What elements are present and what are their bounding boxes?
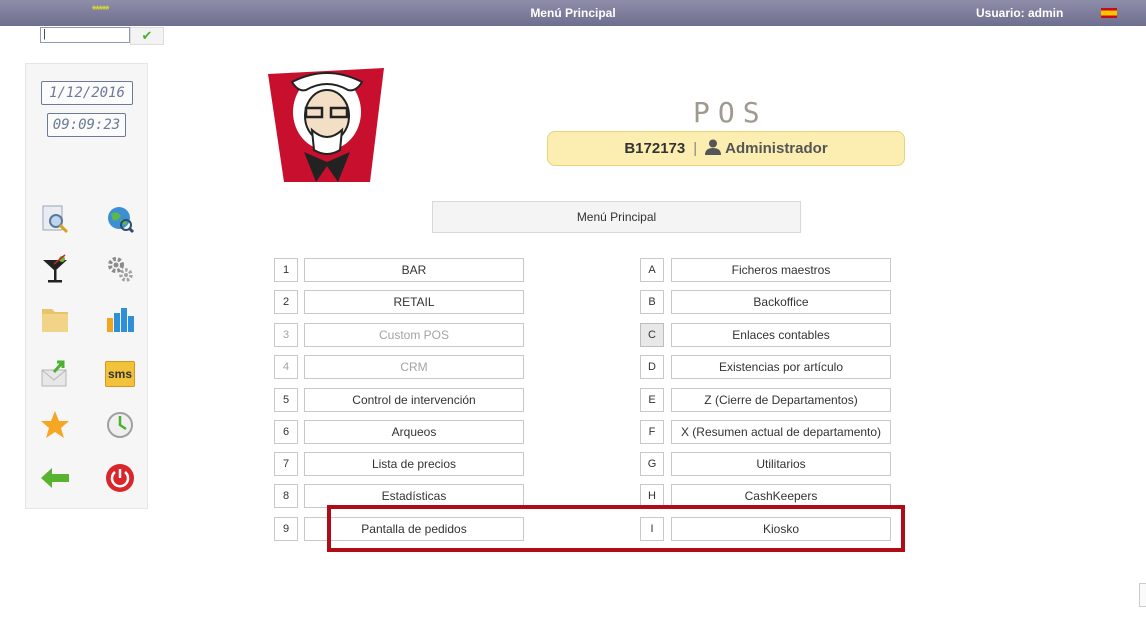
menu-item-ficheros-maestros[interactable]: Ficheros maestros	[671, 258, 891, 282]
terminal-user-pill: B172173 | Administrador	[547, 131, 905, 166]
window-title: Menú Principal	[530, 6, 616, 20]
time-display: 09:09:23	[47, 113, 126, 137]
menu-key-2[interactable]: 2	[274, 290, 298, 314]
user-role: Administrador	[725, 140, 828, 157]
menu-key-d[interactable]: D	[640, 355, 664, 379]
pill-separator: |	[693, 140, 698, 157]
menu-key-6[interactable]: 6	[274, 420, 298, 444]
menu-item-utilitarios[interactable]: Utilitarios	[671, 452, 891, 476]
mail-send-icon[interactable]	[40, 358, 70, 388]
spain-flag-icon[interactable]	[1101, 8, 1117, 18]
bar-chart-icon[interactable]	[105, 304, 135, 334]
menu-key-f[interactable]: F	[640, 420, 664, 444]
confirm-check-button[interactable]: ✔	[130, 27, 164, 45]
menu-item-control-intervencion[interactable]: Control de intervención	[304, 388, 524, 412]
menu-key-5[interactable]: 5	[274, 388, 298, 412]
sms-icon[interactable]: sms	[105, 361, 135, 387]
search-doc-icon[interactable]	[40, 204, 70, 234]
menu-item-pantalla-pedidos[interactable]: Pantalla de pedidos	[304, 517, 524, 541]
menu-key-i[interactable]: I	[640, 517, 664, 541]
menu-item-arqueos[interactable]: Arqueos	[304, 420, 524, 444]
menu-item-existencias[interactable]: Existencias por artículo	[671, 355, 891, 379]
clock-icon[interactable]	[105, 410, 135, 440]
menu-item-kiosko[interactable]: Kiosko	[671, 517, 891, 541]
menu-key-b[interactable]: B	[640, 290, 664, 314]
menu-item-crm: CRM	[304, 355, 524, 379]
menu-key-1[interactable]: 1	[274, 258, 298, 282]
globe-search-icon[interactable]	[105, 204, 135, 234]
menu-key-3: 3	[274, 323, 298, 347]
user-icon	[705, 139, 722, 155]
menu-item-x-resumen[interactable]: X (Resumen actual de departamento)	[671, 420, 891, 444]
sidebar: 1/12/2016 09:09:23 sms	[25, 63, 148, 509]
menu-item-estadisticas[interactable]: Estadísticas	[304, 484, 524, 508]
menu-key-8[interactable]: 8	[274, 484, 298, 508]
side-panel-tab[interactable]	[1139, 583, 1146, 607]
terminal-code: B172173	[624, 140, 686, 157]
menu-key-h[interactable]: H	[640, 484, 664, 508]
brand-logo	[268, 68, 384, 182]
menu-item-bar[interactable]: BAR	[304, 258, 524, 282]
menu-key-e[interactable]: E	[640, 388, 664, 412]
menu-key-9[interactable]: 9	[274, 517, 298, 541]
menu-key-c[interactable]: C	[640, 323, 664, 347]
menu-item-custom-pos: Custom POS	[304, 323, 524, 347]
current-user-label[interactable]: Usuario: admin	[976, 6, 1063, 20]
menu-key-7[interactable]: 7	[274, 452, 298, 476]
menu-item-cashkeepers[interactable]: CashKeepers	[671, 484, 891, 508]
menu-title: Menú Principal	[432, 201, 801, 233]
menu-key-4: 4	[274, 355, 298, 379]
command-input[interactable]: |	[40, 27, 130, 43]
menu-item-backoffice[interactable]: Backoffice	[671, 290, 891, 314]
menu-item-z-cierre[interactable]: Z (Cierre de Departamentos)	[671, 388, 891, 412]
pos-title: POS	[693, 96, 768, 129]
top-bar: ***** Menú Principal Usuario: admin	[0, 0, 1146, 26]
menu-item-retail[interactable]: RETAIL	[304, 290, 524, 314]
rating-stars: *****	[92, 4, 109, 16]
gears-icon[interactable]	[105, 254, 135, 284]
folder-icon[interactable]	[40, 304, 70, 334]
cocktail-icon[interactable]	[40, 254, 70, 284]
menu-key-a[interactable]: A	[640, 258, 664, 282]
menu-item-enlaces-contables[interactable]: Enlaces contables	[671, 323, 891, 347]
date-display: 1/12/2016	[41, 81, 133, 105]
menu-item-lista-precios[interactable]: Lista de precios	[304, 452, 524, 476]
star-icon[interactable]	[40, 410, 70, 440]
menu-key-g[interactable]: G	[640, 452, 664, 476]
power-icon[interactable]	[105, 463, 135, 493]
back-arrow-icon[interactable]	[40, 463, 70, 493]
